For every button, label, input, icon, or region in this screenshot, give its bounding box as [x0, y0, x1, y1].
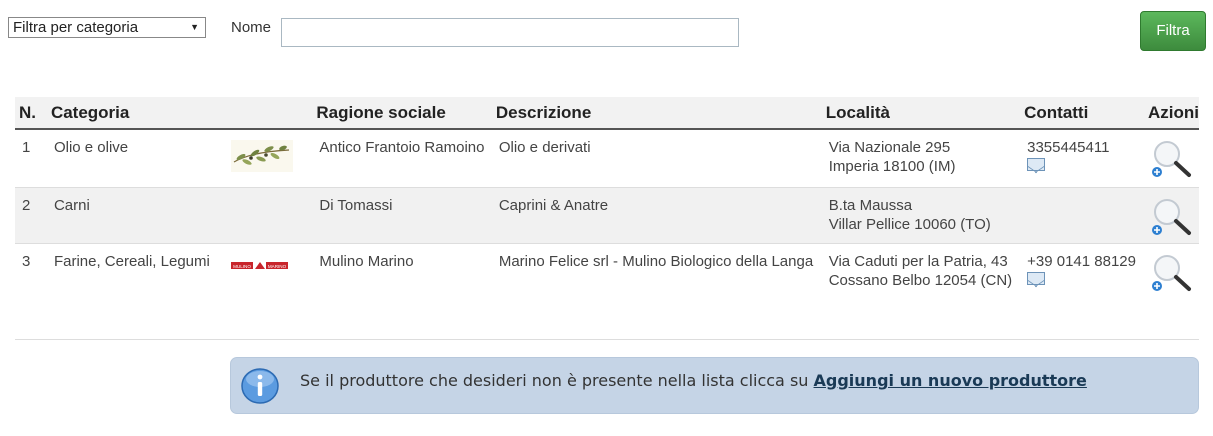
row-actions — [1144, 243, 1199, 340]
row-address: Via Nazionale 295 — [828, 139, 951, 156]
filter-bar: Filtra per categoria ▼ Nome Filtra — [0, 0, 1213, 70]
header-business-name: Ragione sociale — [312, 97, 492, 130]
row-number: 3 — [15, 243, 47, 340]
row-logo: MULINO MARINO — [224, 243, 313, 340]
row-description: Caprini & Anatre — [491, 187, 822, 244]
producers-table: N. Categoria Ragione sociale Descrizione… — [15, 97, 1199, 340]
header-category: Categoria — [46, 97, 225, 130]
row-city: Imperia 18100 (IM) — [828, 158, 956, 175]
category-filter-select[interactable]: Filtra per categoria ▼ — [8, 17, 206, 38]
table-row: 3 Farine, Cereali, Legumi MULINO MARINO … — [15, 243, 1199, 340]
row-city: Cossano Belbo 12054 (CN) — [828, 272, 1013, 289]
row-category: Farine, Cereali, Legumi — [46, 243, 225, 340]
header-number: N. — [15, 97, 47, 130]
mulino-logo-text-right: MARINO — [268, 264, 287, 269]
mulino-logo-text-left: MULINO — [234, 264, 252, 269]
row-number: 2 — [15, 187, 47, 244]
mulino-marino-logo: MULINO MARINO — [231, 262, 289, 269]
table-row: 1 Olio e olive Antico Frantoio Ramoino O… — [15, 129, 1199, 188]
row-business-name: Mulino Marino — [312, 243, 492, 340]
info-notice: Se il produttore che desideri non è pres… — [230, 357, 1199, 414]
notice-message: Se il produttore che desideri non è pres… — [300, 371, 814, 390]
row-business-name: Antico Frantoio Ramoino — [312, 129, 492, 188]
notice-text: Se il produttore che desideri non è pres… — [300, 371, 1087, 390]
row-description: Olio e derivati — [491, 129, 822, 188]
email-icon[interactable] — [1027, 272, 1046, 285]
zoom-details-icon[interactable] — [1151, 196, 1193, 238]
row-actions — [1144, 187, 1199, 244]
row-phone: +39 0141 88129 — [1027, 253, 1136, 270]
name-filter-input[interactable] — [281, 18, 739, 47]
name-filter-label: Nome — [231, 19, 272, 36]
table-row: 2 Carni Di Tomassi Caprini & Anatre B.ta… — [15, 187, 1199, 244]
row-logo — [224, 187, 313, 244]
header-actions: Azioni — [1144, 97, 1199, 130]
header-logo — [224, 97, 313, 130]
row-address: Via Caduti per la Patria, 43 — [828, 253, 1008, 270]
row-phone: 3355445411 — [1027, 139, 1110, 156]
filter-button[interactable]: Filtra — [1140, 11, 1206, 51]
row-actions — [1144, 129, 1199, 188]
row-location: Via Caduti per la Patria, 43 Cossano Bel… — [821, 243, 1021, 340]
row-business-name: Di Tomassi — [312, 187, 492, 244]
row-location: B.ta Maussa Villar Pellice 10060 (TO) — [821, 187, 1021, 244]
zoom-details-icon[interactable] — [1151, 252, 1193, 294]
category-filter-value: Filtra per categoria — [13, 19, 139, 36]
dropdown-arrow-icon: ▼ — [190, 22, 199, 32]
row-address: B.ta Maussa — [828, 197, 913, 214]
header-location: Località — [821, 97, 1021, 130]
row-city: Villar Pellice 10060 (TO) — [828, 216, 991, 233]
row-category: Carni — [46, 187, 225, 244]
row-number: 1 — [15, 129, 47, 188]
table-header-row: N. Categoria Ragione sociale Descrizione… — [15, 97, 1199, 130]
row-contacts — [1020, 187, 1144, 244]
header-description: Descrizione — [491, 97, 822, 130]
zoom-details-icon[interactable] — [1151, 138, 1193, 180]
row-category: Olio e olive — [46, 129, 225, 188]
row-contacts: 3355445411 — [1020, 129, 1144, 188]
row-contacts: +39 0141 88129 — [1020, 243, 1144, 340]
header-contacts: Contatti — [1020, 97, 1144, 130]
add-producer-link[interactable]: Aggiungi un nuovo produttore — [814, 371, 1087, 390]
row-location: Via Nazionale 295 Imperia 18100 (IM) — [821, 129, 1021, 188]
email-icon[interactable] — [1027, 158, 1046, 171]
olive-branch-logo — [231, 140, 294, 172]
row-logo — [224, 129, 313, 188]
info-icon — [241, 368, 279, 404]
row-description: Marino Felice srl - Mulino Biologico del… — [491, 243, 822, 340]
